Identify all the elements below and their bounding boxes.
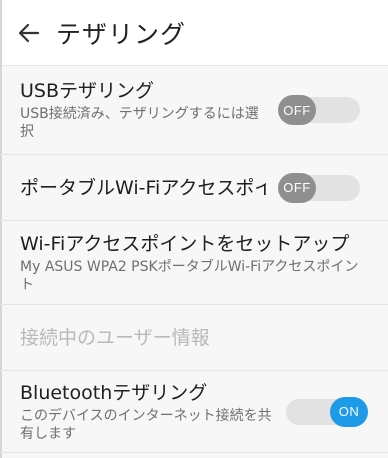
bluetooth-tethering-summary: このデバイスのインターネット接続を共有します [20,407,272,442]
wifi-hotspot-setup-text: Wi-Fiアクセスポイントをセットアップ My ASUS WPA2 PSKポータ… [20,232,368,294]
connected-users-item: 接続中のユーザー情報 [0,305,388,371]
portable-wifi-hotspot-toggle[interactable]: OFF [278,172,368,203]
connected-users-text: 接続中のユーザー情報 [20,326,368,350]
wifi-hotspot-setup-summary: My ASUS WPA2 PSKポータブルWi-Fiアクセスポイント [20,258,359,293]
portable-wifi-hotspot-text: ポータブルWi-Fiアクセスポイ.. [20,176,266,200]
back-button[interactable] [16,20,42,46]
toggle-thumb: OFF [278,95,316,125]
portable-wifi-hotspot-item[interactable]: ポータブルWi-Fiアクセスポイ.. OFF [0,155,388,221]
toggle-thumb: ON [330,396,368,427]
bluetooth-tethering-item[interactable]: Bluetoothテザリング このデバイスのインターネット接続を共有します ON [0,371,388,453]
usb-tethering-item[interactable]: USBテザリング USB接続済み、テザリングするには選択 OFF [0,66,388,155]
bluetooth-tethering-title: Bluetoothテザリング [20,381,208,404]
wifi-hotspot-setup-title: Wi-Fiアクセスポイントをセットアップ [20,232,350,255]
portable-wifi-hotspot-title: ポータブルWi-Fiアクセスポイ.. [20,176,266,199]
wifi-hotspot-setup-item[interactable]: Wi-Fiアクセスポイントをセットアップ My ASUS WPA2 PSKポータ… [0,221,388,305]
connected-users-title: 接続中のユーザー情報 [20,326,210,349]
bluetooth-tethering-text: Bluetoothテザリング このデバイスのインターネット接続を共有します [20,381,272,443]
usb-tethering-text: USBテザリング USB接続済み、テザリングするには選択 [20,79,266,141]
usb-tethering-title: USBテザリング [20,80,155,102]
settings-list: USBテザリング USB接続済み、テザリングするには選択 OFF ポータブルWi… [0,66,388,453]
bluetooth-tethering-toggle[interactable]: ON [278,396,368,427]
app-bar: テザリング [0,0,388,66]
usb-tethering-summary: USB接続済み、テザリングするには選択 [20,106,259,140]
page-title: テザリング [56,19,187,49]
arrow-left-icon [18,23,40,42]
usb-tethering-toggle[interactable]: OFF [278,95,368,125]
toggle-thumb: OFF [278,172,316,203]
